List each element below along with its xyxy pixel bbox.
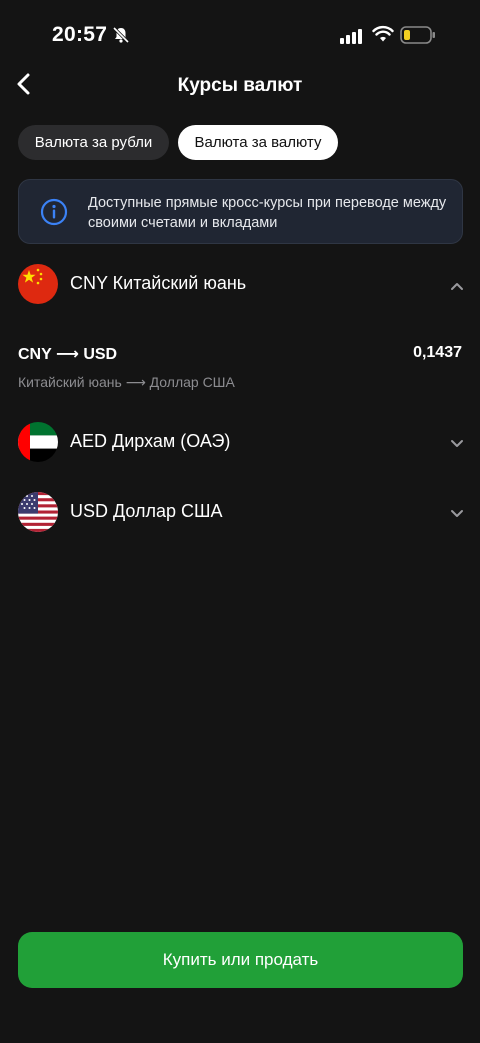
chevron-down-icon[interactable] bbox=[450, 436, 464, 454]
battery-low-icon bbox=[400, 25, 436, 50]
currency-label: AED Дирхам (ОАЭ) bbox=[70, 431, 231, 451]
currency-row-aed[interactable]: AED Дирхам (ОАЭ) bbox=[0, 412, 480, 472]
uae-flag-icon bbox=[18, 422, 58, 462]
info-banner: Доступные прямые кросс-курсы при перевод… bbox=[18, 179, 463, 244]
china-flag-icon bbox=[18, 264, 58, 304]
usa-flag-icon bbox=[18, 492, 58, 532]
page-title: Курсы валют bbox=[177, 75, 303, 96]
buy-or-sell-button[interactable]: Купить или продать bbox=[18, 932, 463, 988]
info-icon bbox=[40, 198, 68, 231]
currency-label: USD Доллар США bbox=[70, 501, 223, 521]
tab-currency-for-rubles[interactable]: Валюта за рубли bbox=[18, 125, 169, 160]
rate-pair: CNY ⟶ USD bbox=[18, 346, 118, 363]
bell-muted-icon bbox=[112, 26, 130, 49]
currency-label: CNY Китайский юань bbox=[70, 273, 247, 293]
status-bar: 20:57 bbox=[0, 0, 480, 70]
chevron-down-icon[interactable] bbox=[450, 506, 464, 524]
cellular-signal-icon bbox=[340, 28, 362, 49]
status-time: 20:57 bbox=[52, 23, 108, 46]
currency-row-usd[interactable]: USD Доллар США bbox=[0, 482, 480, 542]
rate-description: Китайский юань ⟶ Доллар США bbox=[18, 374, 235, 390]
chevron-up-icon[interactable] bbox=[450, 278, 464, 296]
currency-rates-screen: 20:57 Курсы валют Валюта за рубли Валюта… bbox=[0, 0, 480, 1043]
wifi-icon bbox=[372, 25, 394, 48]
tab-currency-for-currency[interactable]: Валюта за валюту bbox=[178, 125, 338, 160]
rate-value: 0,1437 bbox=[413, 344, 462, 361]
info-text: Доступные прямые кросс-курсы при перевод… bbox=[88, 195, 447, 231]
currency-row-cny[interactable]: CNY Китайский юань bbox=[0, 254, 480, 314]
